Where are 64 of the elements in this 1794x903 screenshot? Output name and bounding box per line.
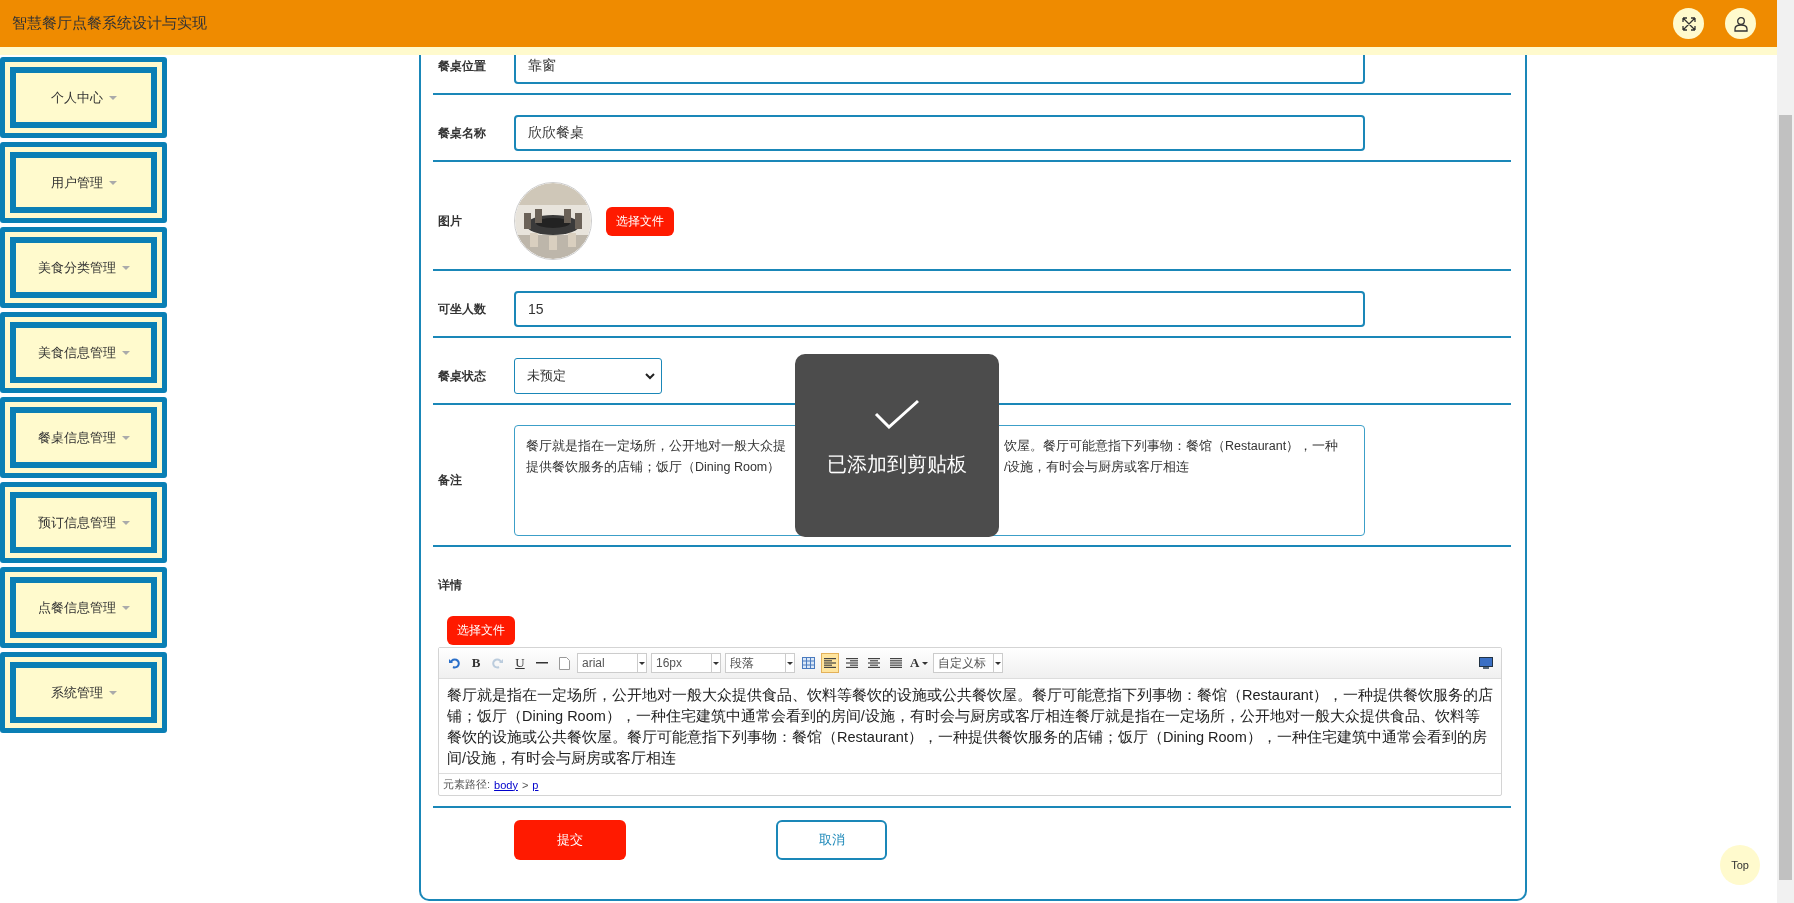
align-justify-icon xyxy=(890,657,902,669)
caret-icon xyxy=(121,265,130,270)
input-field[interactable]: 15 xyxy=(514,291,1365,327)
field-label: 餐桌位置 xyxy=(438,57,487,75)
back-to-top-button[interactable]: Top xyxy=(1720,845,1760,885)
bold-button[interactable]: B xyxy=(467,653,485,673)
caret-icon xyxy=(121,435,130,440)
sidebar-item[interactable]: 个人中心 xyxy=(0,57,167,138)
chevron-down-icon xyxy=(645,372,655,380)
caret-icon xyxy=(121,350,130,355)
text-fragment: 提供餐饮服务的店铺；饭厅（Dining Room） xyxy=(526,459,782,476)
user-button[interactable] xyxy=(1725,8,1756,39)
field-label: 详情 xyxy=(438,576,462,594)
text-fragment: /设施，有时会与厨房或客厅相连 xyxy=(1004,459,1191,476)
text-fragment: 餐厅就是指在一定场所，公开地对一般大众提 xyxy=(526,438,787,455)
sidebar-item[interactable]: 用户管理 xyxy=(0,142,167,223)
app-title: 智慧餐厅点餐系统设计与实现 xyxy=(12,14,208,33)
toolbar-dropdown[interactable]: 段落 xyxy=(725,653,795,673)
caret-icon xyxy=(108,95,117,100)
toolbar-dropdown[interactable]: arial xyxy=(577,653,647,673)
submit-button[interactable]: 提交 xyxy=(514,820,626,860)
input-field[interactable]: 欣欣餐桌 xyxy=(514,115,1365,151)
align-left-button[interactable] xyxy=(821,653,839,673)
expand-arrows-icon xyxy=(1680,15,1697,32)
fullscreen-button[interactable] xyxy=(1673,8,1704,39)
field-label: 餐桌名称 xyxy=(438,124,487,142)
sidebar-item[interactable]: 美食分类管理 xyxy=(0,227,167,308)
checkmark-icon xyxy=(874,399,920,429)
toolbar-dropdown[interactable]: 16px xyxy=(651,653,721,673)
choose-file-button[interactable]: 选择文件 xyxy=(606,206,674,236)
cancel-button[interactable]: 取消 xyxy=(776,820,887,860)
toast-message: 已添加到剪贴板 xyxy=(827,452,967,477)
editor-content[interactable]: 餐厅就是指在一定场所，公开地对一般大众提供食品、饮料等餐饮的设施或公共餐饮屋。餐厅可能意指下列事物：餐馆（Restaurant），一种提供餐饮服务的店铺；饭厅（Dining Room），一种住宅建筑中通常会看到的房间/设施，有时会与厨房或客厅相连餐厅就是指在一定场所，公开地对一般大众提供食品、饮料等餐饮的设施或公共餐饮屋。餐厅可能意指下列事物：餐馆（Restaurant），一种提供餐饮服务的店铺；饭厅（Dining Room），一种住宅建筑中通常会看到的房间/设施，有时会与厨房或客厅相连 xyxy=(439,679,1501,774)
sidebar-item[interactable]: 预订信息管理 xyxy=(0,482,167,563)
font-color-button[interactable]: A xyxy=(909,653,930,673)
path-separator: > xyxy=(521,778,529,791)
user-icon xyxy=(1732,15,1749,32)
underline-button[interactable]: U xyxy=(511,653,529,673)
align-left-icon xyxy=(824,657,836,669)
caret-icon xyxy=(108,690,117,695)
redo-icon xyxy=(492,657,504,669)
scrollbar[interactable] xyxy=(1777,0,1794,903)
caret-icon xyxy=(121,520,130,525)
sidebar-item[interactable]: 餐桌信息管理 xyxy=(0,397,167,478)
align-center-icon xyxy=(868,657,880,669)
element-path-label: 元素路径: xyxy=(443,777,491,792)
field-label: 可坐人数 xyxy=(438,300,487,318)
path-link[interactable]: body xyxy=(494,778,518,791)
input-field[interactable]: 靠窗 xyxy=(514,55,1365,84)
caret-icon xyxy=(108,180,117,185)
sidebar-item[interactable]: 美食信息管理 xyxy=(0,312,167,393)
field-label: 图片 xyxy=(438,212,463,230)
sidebar-item[interactable]: 系统管理 xyxy=(0,652,167,733)
field-label: 备注 xyxy=(438,472,463,489)
undo-icon xyxy=(448,657,460,669)
toolbar-dropdown[interactable]: 自定义标 xyxy=(933,653,1004,673)
status-dropdown[interactable]: 未预定 xyxy=(514,358,662,394)
choose-file-button[interactable]: 选择文件 xyxy=(447,616,515,645)
text-fragment: 饮屋。餐厅可能意指下列事物：餐馆（Restaurant），一种 xyxy=(1004,438,1340,455)
sidebar-item[interactable]: 点餐信息管理 xyxy=(0,567,167,648)
field-label: 餐桌状态 xyxy=(438,367,487,385)
align-right-icon xyxy=(846,657,858,669)
path-link[interactable]: p xyxy=(532,778,539,791)
caret-icon xyxy=(121,605,130,610)
